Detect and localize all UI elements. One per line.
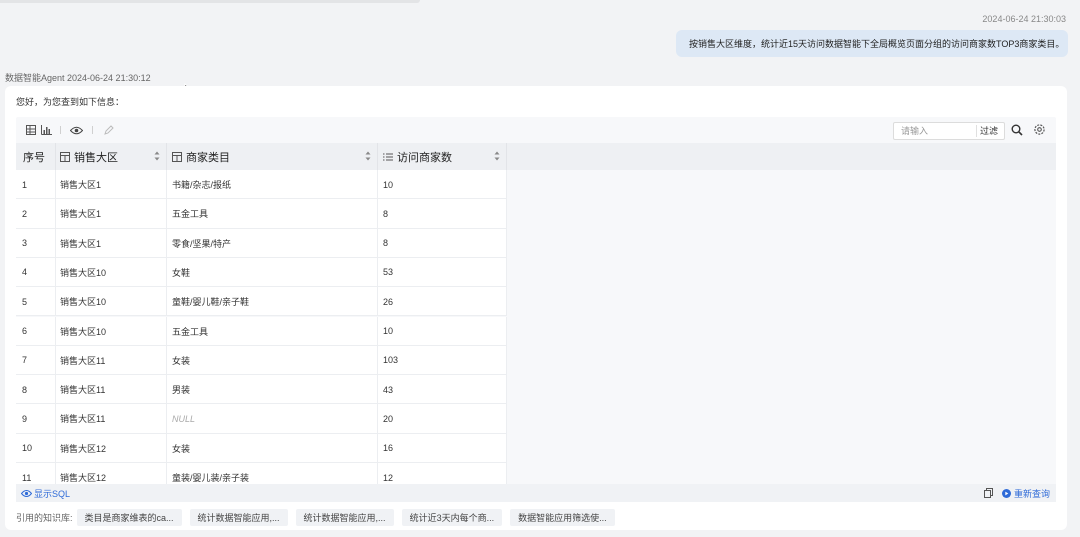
toolbar-divider (92, 126, 93, 134)
requery-button[interactable]: 重新查询 (1002, 487, 1050, 500)
cell-region: 销售大区11 (56, 375, 167, 405)
toolbar-divider (60, 126, 61, 134)
table-body[interactable]: 1 销售大区1 书籍/杂志/报纸 10 2 销售大区1 五金工具 8 3 销售大区1 零食/坚果/特… (16, 170, 507, 485)
copy-icon[interactable] (984, 488, 993, 498)
cell-index: 3 (16, 228, 56, 258)
gear-icon[interactable] (1033, 123, 1046, 136)
cell-merchant-count: 26 (378, 287, 507, 317)
column-header-region[interactable]: 销售大区 (56, 143, 167, 170)
cell-merchant-count: 43 (378, 375, 507, 405)
knowledge-chip[interactable]: 数据智能应用筛选使... (510, 508, 615, 526)
cell-index: 4 (16, 257, 56, 287)
dimension-icon (172, 151, 182, 162)
cell-index: 8 (16, 375, 56, 405)
cell-region: 销售大区1 (56, 228, 167, 258)
column-header-merchant-count[interactable]: 访问商家数 (378, 143, 507, 170)
cell-index: 2 (16, 199, 56, 229)
cell-merchant-count: 10 (378, 170, 507, 199)
table-row[interactable]: 4 销售大区10 女鞋 53 (16, 257, 507, 288)
table-view-icon[interactable] (24, 124, 37, 136)
cell-category: 女鞋 (167, 257, 378, 287)
cell-region: 销售大区11 (56, 404, 167, 434)
table-header: 序号 销售大区 商家类目 访问商家数 (16, 143, 1056, 170)
table-row[interactable]: 9 销售大区11 NULL 20 (16, 404, 507, 434)
edit-icon[interactable] (102, 124, 115, 136)
search-box: 过滤 (893, 122, 1005, 140)
knowledge-base-row: 引用的知识库: 类目是商家维表的ca... 统计数据智能应用,... 统计数据智… (16, 508, 623, 526)
knowledge-chip[interactable]: 统计近3天内每个商... (401, 508, 503, 526)
table-row[interactable]: 3 销售大区1 零食/坚果/特产 8 (16, 228, 507, 258)
cell-merchant-count: 103 (378, 345, 507, 375)
cell-region: 销售大区10 (56, 287, 167, 317)
knowledge-base-label: 引用的知识库: (16, 512, 73, 523)
cell-category: 零食/坚果/特产 (167, 228, 378, 258)
cell-merchant-count: 53 (378, 257, 507, 287)
cell-category: 五金工具 (167, 316, 378, 346)
table-row[interactable]: 10 销售大区12 女装 16 (16, 433, 507, 463)
cell-region: 销售大区1 (56, 199, 167, 229)
measure-icon (383, 153, 393, 160)
result-table-panel: 过滤 序号 销售大区 商家类目 (16, 117, 1056, 485)
agent-response-card: 您好，为您查到如下信息： 过滤 (5, 86, 1067, 530)
cell-merchant-count: 12 (378, 463, 507, 485)
cell-merchant-count: 16 (378, 433, 507, 463)
cell-index: 7 (16, 345, 56, 375)
cell-merchant-count: 10 (378, 316, 507, 346)
knowledge-chip[interactable]: 统计数据智能应用,... (295, 508, 394, 526)
table-row[interactable]: 7 销售大区11 女装 103 (16, 345, 507, 376)
cell-category: 书籍/杂志/报纸 (167, 170, 378, 199)
cell-index: 11 (16, 463, 56, 485)
knowledge-chip[interactable]: 统计数据智能应用,... (189, 508, 288, 526)
user-message-timestamp: 2024-06-24 21:30:03 (982, 14, 1066, 24)
cell-category: 童鞋/婴儿鞋/亲子鞋 (167, 287, 378, 317)
show-sql-button[interactable]: 显示SQL (21, 487, 70, 500)
top-scrollbar[interactable] (0, 0, 420, 3)
cell-region: 销售大区12 (56, 463, 167, 485)
cell-category: 五金工具 (167, 199, 378, 229)
table-row[interactable]: 5 销售大区10 童鞋/婴儿鞋/亲子鞋 26 (16, 287, 507, 317)
cell-category: 男装 (167, 375, 378, 405)
table-row[interactable]: 6 销售大区10 五金工具 10 (16, 316, 507, 346)
cell-merchant-count: 20 (378, 404, 507, 434)
cell-category: 女装 (167, 433, 378, 463)
cell-category: 童装/婴儿装/亲子装 (167, 463, 378, 485)
refresh-icon (1002, 489, 1011, 498)
sort-icon[interactable] (154, 151, 160, 161)
cell-region: 销售大区12 (56, 433, 167, 463)
bar-chart-icon[interactable] (40, 124, 53, 136)
table-row[interactable]: 2 销售大区1 五金工具 8 (16, 199, 507, 229)
cell-region: 销售大区10 (56, 316, 167, 346)
search-icon[interactable] (1011, 124, 1023, 136)
knowledge-chip[interactable]: 类目是商家维表的ca... (76, 508, 182, 526)
cell-index: 1 (16, 170, 56, 199)
sort-icon[interactable] (494, 151, 500, 161)
cell-region: 销售大区10 (56, 257, 167, 287)
cell-index: 5 (16, 287, 56, 317)
table-row[interactable]: 11 销售大区12 童装/婴儿装/亲子装 12 (16, 463, 507, 485)
cell-index: 9 (16, 404, 56, 434)
table-row[interactable]: 8 销售大区11 男装 43 (16, 375, 507, 405)
eye-icon[interactable] (70, 124, 83, 136)
cell-merchant-count: 8 (378, 199, 507, 229)
eye-icon (21, 490, 32, 497)
table-row[interactable]: 1 销售大区1 书籍/杂志/报纸 10 (16, 170, 507, 200)
table-toolbar: 过滤 (16, 117, 1056, 143)
sort-icon[interactable] (365, 151, 371, 161)
column-header-category[interactable]: 商家类目 (167, 143, 378, 170)
cell-region: 销售大区11 (56, 345, 167, 375)
agent-label: 数据智能Agent 2024-06-24 21:30:12 (5, 73, 151, 83)
filter-button[interactable]: 过滤 (976, 125, 998, 137)
column-header-index: 序号 (16, 143, 56, 170)
user-message-bubble: 按销售大区维度，统计近15天访问数据智能下全局概览页面分组的访问商家数TOP3商… (676, 30, 1068, 57)
cell-merchant-count: 8 (378, 228, 507, 258)
cell-index: 6 (16, 316, 56, 346)
cell-region: 销售大区1 (56, 170, 167, 199)
result-footer-bar: 显示SQL 重新查询 (16, 484, 1056, 502)
cell-category: 女装 (167, 345, 378, 375)
dimension-icon (60, 151, 70, 162)
search-input[interactable] (894, 123, 970, 139)
greeting-text: 您好，为您查到如下信息： (16, 97, 125, 107)
cell-category: NULL (167, 404, 378, 434)
cell-index: 10 (16, 433, 56, 463)
